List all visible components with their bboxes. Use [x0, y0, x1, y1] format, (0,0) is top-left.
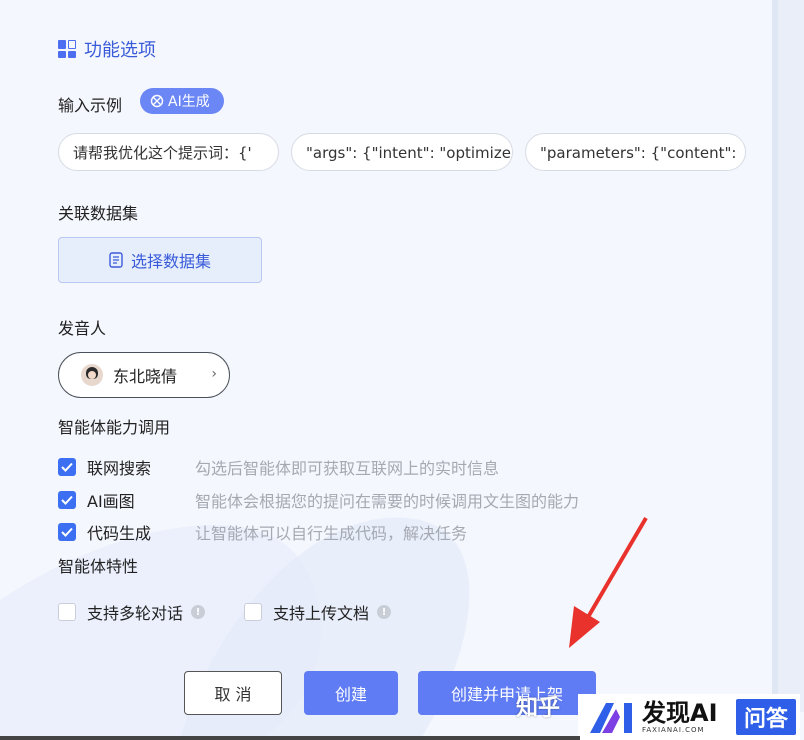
bottom-border — [0, 736, 580, 740]
multi-turn-checkbox[interactable] — [58, 603, 76, 621]
info-icon[interactable]: ! — [191, 605, 206, 619]
select-dataset-button[interactable]: 选择数据集 — [58, 237, 262, 283]
qa-badge: 问答 — [735, 699, 796, 735]
ai-icon — [150, 94, 164, 108]
trait-upload-doc: 支持上传文档 ! — [244, 600, 392, 624]
ai-drawing-checkbox[interactable] — [58, 491, 76, 509]
capability-row-ai-drawing: AI画图 智能体会根据您的提问在需要的时候调用文生图的能力 — [58, 488, 579, 512]
example-input-3[interactable]: "parameters": {"content": — [525, 133, 746, 171]
examples-label: 输入示例 — [58, 96, 123, 115]
check-icon — [61, 462, 73, 472]
capability-desc: 让智能体可以自行生成代码，解决任务 — [195, 524, 468, 543]
capability-row-web-search: 联网搜索 勾选后智能体即可获取互联网上的实时信息 — [58, 455, 499, 479]
faxianai-logo-icon — [590, 703, 632, 733]
section-title: 功能选项 — [84, 40, 156, 61]
section-header: 功能选项 — [58, 36, 156, 62]
ai-badge-label: AI生成 — [168, 94, 210, 110]
check-icon — [61, 527, 73, 537]
trait-multi-turn: 支持多轮对话 ! — [58, 600, 206, 624]
capability-name: AI画图 — [87, 492, 135, 511]
upload-doc-checkbox[interactable] — [244, 603, 262, 621]
capability-name: 联网搜索 — [87, 459, 152, 478]
create-button[interactable]: 创建 — [304, 671, 398, 715]
traits-label: 智能体特性 — [58, 557, 139, 576]
zhihu-watermark: 知乎 — [516, 696, 561, 721]
cancel-button[interactable]: 取 消 — [184, 671, 282, 715]
capability-row-code-gen: 代码生成 让智能体可以自行生成代码，解决任务 — [58, 520, 467, 544]
trait-name: 支持多轮对话 — [87, 604, 184, 623]
document-icon — [109, 252, 123, 268]
check-icon — [61, 495, 73, 505]
ai-generate-button[interactable]: AI生成 — [140, 88, 224, 114]
dataset-label: 关联数据集 — [58, 204, 139, 223]
brand-name: 发现AI — [642, 699, 718, 727]
web-search-checkbox[interactable] — [58, 458, 76, 476]
capabilities-label: 智能体能力调用 — [58, 418, 171, 437]
capability-name: 代码生成 — [87, 524, 152, 543]
example-input-1[interactable]: 请帮我优化这个提示词：{' — [58, 133, 279, 171]
info-icon[interactable]: ! — [377, 605, 392, 619]
capability-desc: 勾选后智能体即可获取互联网上的实时信息 — [195, 459, 500, 478]
trait-name: 支持上传文档 — [273, 604, 370, 623]
speaker-selector[interactable]: 东北晓倩 › — [58, 352, 230, 398]
right-scrollbar[interactable] — [772, 0, 804, 712]
chevron-right-icon: › — [211, 366, 217, 382]
brand-sub: FAXIANAI.COM — [642, 726, 705, 734]
speaker-name: 东北晓倩 — [113, 367, 178, 386]
speaker-label: 发音人 — [58, 319, 107, 338]
capability-desc: 智能体会根据您的提问在需要的时候调用文生图的能力 — [195, 492, 580, 511]
create-and-apply-button[interactable]: 创建并申请上架 — [418, 671, 596, 715]
faxianai-watermark: 发现AI FAXIANAI.COM 问答 — [578, 694, 800, 740]
select-dataset-label: 选择数据集 — [130, 252, 211, 271]
code-gen-checkbox[interactable] — [58, 523, 76, 541]
grid-icon — [58, 40, 76, 58]
example-input-2[interactable]: "args": {"intent": "optimize — [291, 133, 513, 171]
avatar — [81, 364, 103, 386]
